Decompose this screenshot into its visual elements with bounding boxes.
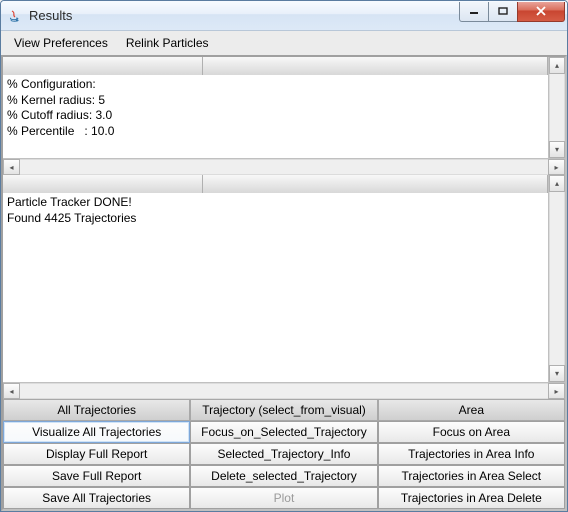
action-display-full-report[interactable]: Display Full Report <box>3 443 190 465</box>
action-focus-on-selected-trajectory[interactable]: Focus_on_Selected_Trajectory <box>190 421 377 443</box>
status-text[interactable]: Particle Tracker DONE! Found 4425 Trajec… <box>3 193 548 382</box>
scroll-up-icon[interactable]: ▴ <box>549 57 565 74</box>
action-trajectories-in-area-select[interactable]: Trajectories in Area Select <box>378 465 565 487</box>
config-vscrollbar[interactable]: ▴ ▾ <box>548 57 565 158</box>
action-selected-trajectory-info[interactable]: Selected_Trajectory_Info <box>190 443 377 465</box>
action-visualize-all-trajectories[interactable]: Visualize All Trajectories <box>3 421 190 443</box>
status-pane: Particle Tracker DONE! Found 4425 Trajec… <box>3 175 565 399</box>
action-save-all-trajectories[interactable]: Save All Trajectories <box>3 487 190 509</box>
menubar: View Preferences Relink Particles <box>1 31 567 55</box>
config-hscrollbar[interactable]: ◂ ▸ <box>3 158 565 175</box>
status-pane-header <box>3 175 548 193</box>
window-title: Results <box>29 8 460 23</box>
window-controls <box>460 2 565 22</box>
status-vscrollbar[interactable]: ▴ ▾ <box>548 175 565 382</box>
config-pane-header <box>3 57 548 75</box>
menu-view-preferences[interactable]: View Preferences <box>5 33 117 53</box>
action-save-full-report[interactable]: Save Full Report <box>3 465 190 487</box>
scroll-down-icon[interactable]: ▾ <box>549 141 565 158</box>
menu-relink-particles[interactable]: Relink Particles <box>117 33 218 53</box>
close-button[interactable] <box>517 2 565 22</box>
content-area: % Configuration: % Kernel radius: 5 % Cu… <box>1 55 567 511</box>
grid-header-0: All Trajectories <box>3 399 190 421</box>
scroll-down-icon[interactable]: ▾ <box>549 365 565 382</box>
scroll-left-icon[interactable]: ◂ <box>3 159 20 175</box>
scroll-right-icon[interactable]: ▸ <box>548 159 565 175</box>
minimize-button[interactable] <box>459 2 489 22</box>
results-window: Results View Preferences Relink Particle… <box>0 0 568 512</box>
scroll-left-icon[interactable]: ◂ <box>3 383 20 399</box>
action-plot: Plot <box>190 487 377 509</box>
titlebar[interactable]: Results <box>1 1 567 31</box>
scroll-right-icon[interactable]: ▸ <box>548 383 565 399</box>
java-icon <box>7 8 23 24</box>
action-trajectories-in-area-delete[interactable]: Trajectories in Area Delete <box>378 487 565 509</box>
action-focus-on-area[interactable]: Focus on Area <box>378 421 565 443</box>
action-button-grid: All TrajectoriesTrajectory (select_from_… <box>3 399 565 509</box>
status-hscrollbar[interactable]: ◂ ▸ <box>3 382 565 399</box>
maximize-button[interactable] <box>488 2 518 22</box>
grid-header-2: Area <box>378 399 565 421</box>
action-delete-selected-trajectory[interactable]: Delete_selected_Trajectory <box>190 465 377 487</box>
config-text[interactable]: % Configuration: % Kernel radius: 5 % Cu… <box>3 75 548 158</box>
scroll-up-icon[interactable]: ▴ <box>549 175 565 192</box>
config-pane: % Configuration: % Kernel radius: 5 % Cu… <box>3 57 565 175</box>
action-trajectories-in-area-info[interactable]: Trajectories in Area Info <box>378 443 565 465</box>
grid-header-1: Trajectory (select_from_visual) <box>190 399 377 421</box>
